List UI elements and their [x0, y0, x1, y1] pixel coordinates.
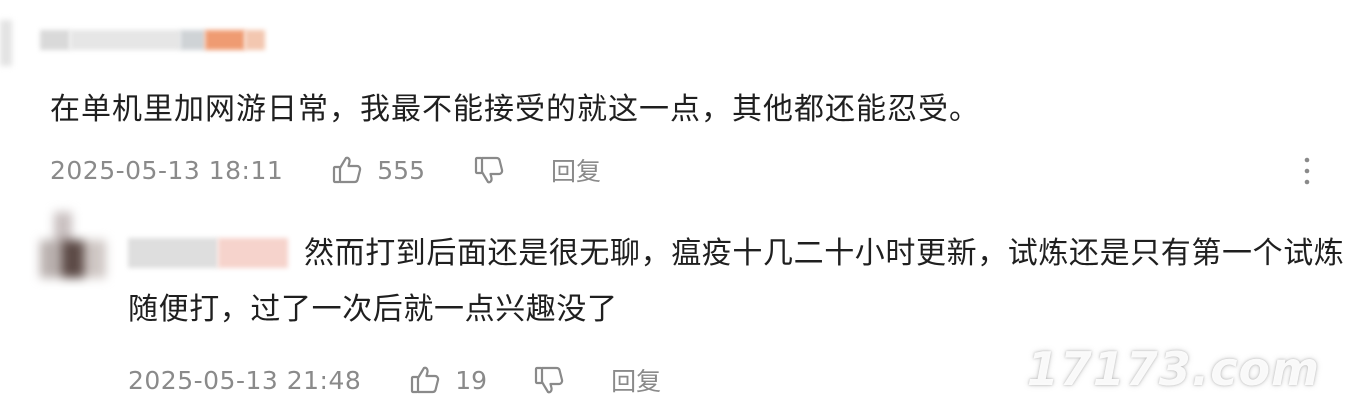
thumbs-down-icon: [533, 364, 565, 396]
comment-text: 在单机里加网游日常，我最不能接受的就这一点，其他都还能忍受。: [50, 92, 980, 127]
thumbs-up-icon: [409, 364, 441, 396]
thumbs-down-icon: [473, 154, 505, 186]
avatar[interactable]: [0, 20, 12, 66]
reply-text: 然而打到后面还是很无聊，瘟疫十几二十小时更新，试炼还是只有第一个试炼随便打，过了…: [128, 236, 1345, 327]
reply-like-count: 19: [455, 365, 488, 395]
reply-meta: 2025-05-13 21:48 19 回复: [128, 362, 661, 398]
reply-reply-button[interactable]: 回复: [611, 362, 661, 398]
comment-meta: 2025-05-13 18:11 555 回复: [50, 152, 601, 188]
more-vertical-icon[interactable]: [1302, 156, 1312, 190]
reply-dislike-button[interactable]: [533, 364, 565, 396]
thumbs-up-icon: [331, 154, 363, 186]
like-button[interactable]: 555: [331, 154, 425, 186]
watermark-logo: 17173.com: [1026, 342, 1320, 396]
comment-username-blurred[interactable]: [40, 26, 280, 52]
comment-date: 2025-05-13 18:11: [50, 155, 284, 185]
reply-avatar[interactable]: [40, 212, 106, 278]
dislike-button[interactable]: [473, 154, 505, 186]
like-count: 555: [377, 155, 425, 185]
reply-button[interactable]: 回复: [551, 152, 601, 188]
reply-date: 2025-05-13 21:48: [128, 365, 362, 395]
reply-like-button[interactable]: 19: [409, 364, 487, 396]
